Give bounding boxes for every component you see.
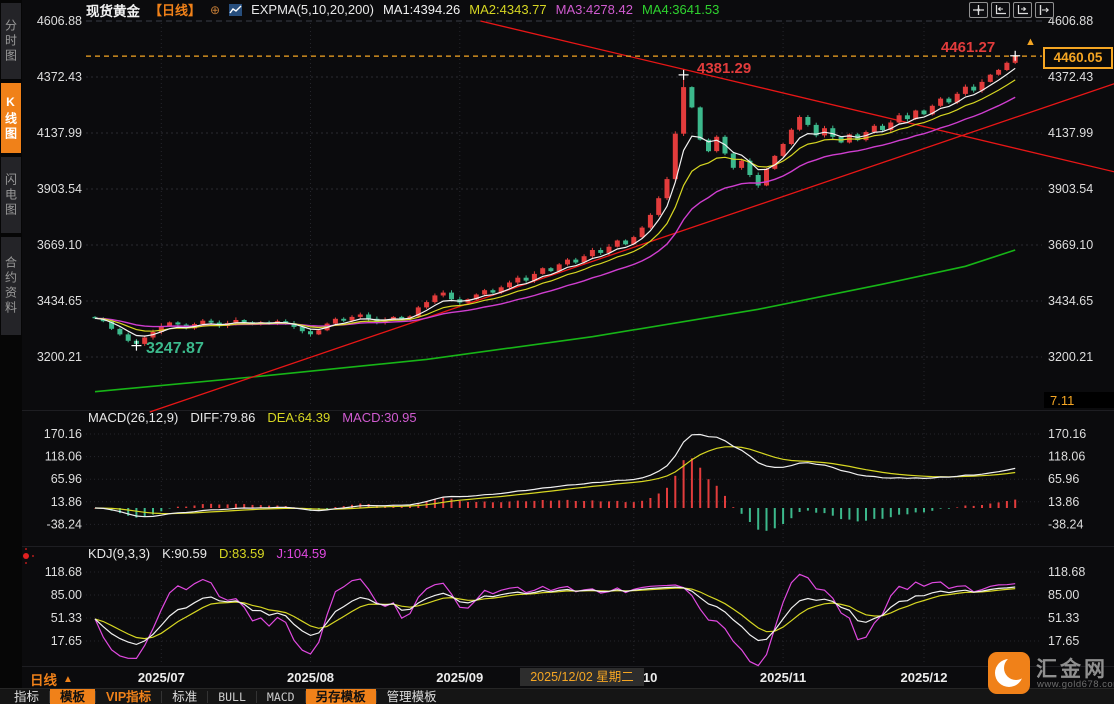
- kdj-title[interactable]: KDJ(9,3,3): [88, 546, 150, 561]
- mini-chart-icon[interactable]: [229, 4, 242, 16]
- svg-text:3200.21: 3200.21: [37, 350, 82, 364]
- svg-text:65.96: 65.96: [51, 472, 82, 486]
- pan-right-icon[interactable]: [1035, 2, 1054, 18]
- svg-text:3200.21: 3200.21: [1048, 350, 1093, 364]
- period-tag[interactable]: 【日线】: [149, 0, 201, 19]
- svg-text:4137.99: 4137.99: [1048, 126, 1093, 140]
- chevron-up-icon: ▲: [63, 674, 73, 685]
- svg-text:3903.54: 3903.54: [1048, 182, 1093, 196]
- kdj-panel-header: KDJ(9,3,3) K:90.59 D:83.59 J:104.59: [88, 546, 326, 561]
- tab-templates[interactable]: 模板: [50, 689, 95, 704]
- macd-last-badge: 7.11: [1044, 392, 1114, 408]
- svg-text:17.65: 17.65: [51, 634, 82, 648]
- macd-bar-value: MACD:30.95: [342, 410, 416, 425]
- app-window: 4606.88 4606.88 4372.43 4372.43 4137.99 4137.…: [0, 0, 1114, 704]
- svg-text:17.65: 17.65: [1048, 634, 1079, 648]
- svg-text:3669.10: 3669.10: [1048, 238, 1093, 252]
- peak-price-label: 4381.29: [697, 60, 751, 77]
- svg-text:118.06: 118.06: [1048, 450, 1085, 464]
- kdj-d-value: D:83.59: [219, 546, 265, 561]
- tab-save-template[interactable]: 另存模板: [306, 689, 376, 704]
- svg-text:-38.24: -38.24: [47, 517, 82, 531]
- kdj-j-value: J:104.59: [277, 546, 327, 561]
- svg-text:3669.10: 3669.10: [37, 238, 82, 252]
- crosshair-date-tooltip: 2025/12/02 星期二: [520, 668, 644, 686]
- svg-text:3903.54: 3903.54: [37, 182, 82, 196]
- tab-vip-indicators[interactable]: VIP指标: [96, 689, 161, 704]
- macd-title[interactable]: MACD(26,12,9): [88, 410, 178, 425]
- candlestick-layer: [93, 56, 1018, 346]
- period-selector-label: 日线: [30, 669, 57, 689]
- tab-bull[interactable]: BULL: [208, 689, 256, 704]
- kdj-k-value: K:90.59: [162, 546, 207, 561]
- axis-zoom-in-icon[interactable]: [1013, 2, 1032, 18]
- left-sidebar: 分时图 K线图 闪电图 合约资料: [0, 0, 22, 704]
- symbol-title: 现货黄金: [86, 0, 140, 20]
- sidebar-item-contract-info[interactable]: 合约资料: [1, 237, 21, 335]
- svg-text:13.86: 13.86: [1048, 495, 1079, 509]
- svg-text:3434.65: 3434.65: [37, 294, 82, 308]
- macd-diff-value: DIFF:79.86: [190, 410, 255, 425]
- sidebar-item-timeshare[interactable]: 分时图: [1, 3, 21, 79]
- svg-text:4137.99: 4137.99: [37, 126, 82, 140]
- add-overlay-icon[interactable]: ⊕: [210, 3, 220, 17]
- site-logo-icon[interactable]: [988, 652, 1030, 694]
- svg-text:170.16: 170.16: [1048, 427, 1086, 441]
- svg-text:-38.24: -38.24: [1048, 517, 1083, 531]
- extreme-markers: [131, 51, 1020, 351]
- ma1-value: MA1:4394.26: [383, 2, 460, 17]
- svg-text:51.33: 51.33: [51, 611, 82, 625]
- bottom-toolbar: 指标 模板 VIP指标 标准 BULL MACD 另存模板 管理模板: [0, 688, 1114, 704]
- session-high-label: 4461.27: [941, 39, 995, 56]
- svg-text:3434.65: 3434.65: [1048, 294, 1093, 308]
- low-price-label: 3247.87: [146, 340, 204, 358]
- sidebar-item-lightning[interactable]: 闪电图: [1, 157, 21, 233]
- svg-text:118.06: 118.06: [45, 450, 82, 464]
- svg-text:4606.88: 4606.88: [37, 14, 82, 28]
- svg-text:2025/12: 2025/12: [901, 670, 948, 685]
- tab-macd[interactable]: MACD: [257, 689, 305, 704]
- svg-text:13.86: 13.86: [51, 495, 82, 509]
- svg-text:4372.43: 4372.43: [37, 70, 82, 84]
- svg-text:4606.88: 4606.88: [1048, 14, 1093, 28]
- macd-panel-header: MACD(26,12,9) DIFF:79.86 DEA:64.39 MACD:…: [88, 410, 417, 425]
- overlay-lines-layer: [95, 21, 1114, 412]
- svg-text:2025/11: 2025/11: [760, 670, 806, 685]
- site-logo-url: www.gold678.com: [1037, 679, 1114, 690]
- last-price-box: 4460.05: [1043, 47, 1113, 69]
- macd-layer: [94, 435, 1016, 531]
- svg-text:170.16: 170.16: [44, 427, 82, 441]
- svg-text:85.00: 85.00: [51, 588, 82, 602]
- svg-text:2025/09: 2025/09: [436, 670, 483, 685]
- chart-header: 现货黄金 【日线】 ⊕ EXPMA(5,10,20,200) MA1:4394.…: [86, 0, 719, 19]
- indicator-name[interactable]: EXPMA(5,10,20,200): [251, 2, 374, 17]
- axis-zoom-out-icon[interactable]: [991, 2, 1010, 18]
- crosshair-move-icon[interactable]: [969, 2, 988, 18]
- svg-text:51.33: 51.33: [1048, 611, 1079, 625]
- new-high-arrow-icon: ▲: [1025, 36, 1036, 48]
- svg-text:118.68: 118.68: [1048, 565, 1085, 579]
- svg-text:85.00: 85.00: [1048, 588, 1079, 602]
- ma3-value: MA3:4278.42: [556, 2, 633, 17]
- svg-text:2025/07: 2025/07: [138, 670, 185, 685]
- tab-manage-templates[interactable]: 管理模板: [377, 689, 447, 704]
- tab-indicators[interactable]: 指标: [4, 689, 49, 704]
- ma2-value: MA2:4343.77: [469, 2, 546, 17]
- kdj-layer: [95, 574, 1015, 665]
- ma4-value: MA4:3641.53: [642, 2, 719, 17]
- ema-layer: [95, 68, 1015, 336]
- tab-standard[interactable]: 标准: [162, 689, 207, 704]
- svg-text:118.68: 118.68: [45, 565, 82, 579]
- svg-text:2025/08: 2025/08: [287, 670, 334, 685]
- svg-text:65.96: 65.96: [1048, 472, 1079, 486]
- svg-text:4372.43: 4372.43: [1048, 70, 1093, 84]
- sidebar-item-kline[interactable]: K线图: [1, 83, 21, 153]
- chart-toolbar: [969, 2, 1054, 18]
- macd-dea-value: DEA:64.39: [267, 410, 330, 425]
- period-selector[interactable]: 日线 ▲: [30, 669, 73, 689]
